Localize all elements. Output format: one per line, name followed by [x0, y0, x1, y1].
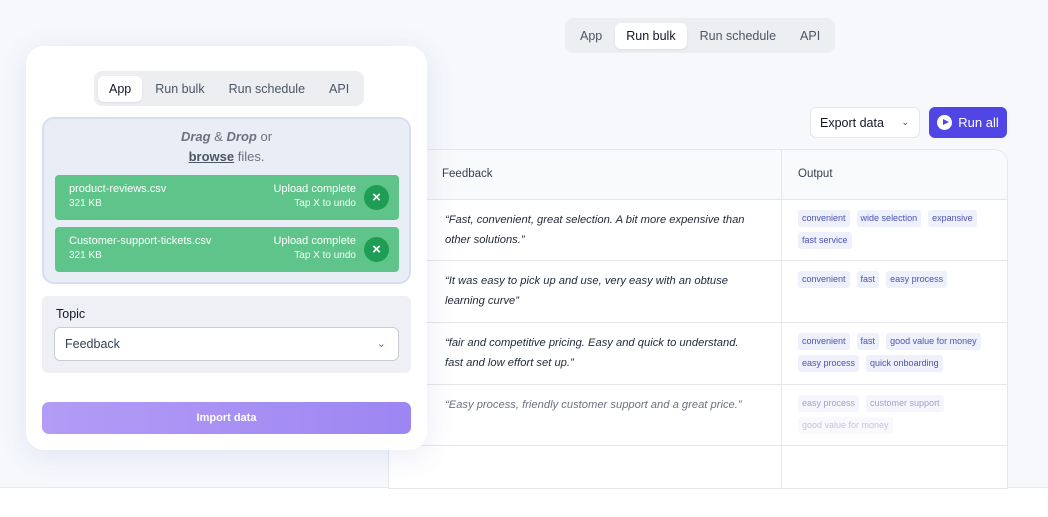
table-row[interactable]: “Fast, convenient, great selection. A bi… [389, 200, 1007, 261]
output-tag: customer support [866, 395, 944, 412]
output-tags: easy process customer support good value… [798, 395, 998, 434]
undo-hint: Tap X to undo [294, 250, 356, 261]
table-row[interactable]: “fair and competitive pricing. Easy and … [389, 323, 1007, 385]
file-name: Customer-support-tickets.csv [69, 235, 212, 247]
feedback-line: learning curve” [445, 295, 519, 307]
output-tags: convenient fast good value for money eas… [798, 333, 998, 372]
output-tag: fast service [798, 232, 852, 249]
topic-label: Topic [56, 307, 86, 321]
run-all-label: Run all [958, 115, 999, 130]
output-tag: convenient [798, 210, 850, 227]
output-tags: convenient fast easy process [798, 271, 998, 288]
output-tag: quick onboarding [866, 355, 943, 372]
upload-status: Upload complete [273, 183, 356, 195]
drag-text: Drag [180, 129, 211, 144]
output-tag: easy process [798, 355, 860, 372]
import-data-button[interactable]: Import data [42, 402, 411, 434]
run-all-button[interactable]: Run all [929, 107, 1007, 138]
top-tab-run-schedule[interactable]: Run schedule [689, 23, 787, 49]
output-tag: fast [856, 271, 880, 288]
feedback-line: “fair and competitive pricing. Easy and … [445, 337, 739, 349]
table-row[interactable]: “It was easy to pick up and use, very ea… [389, 261, 1007, 323]
feedback-cell: “Easy process, friendly customer support… [445, 395, 765, 415]
chevron-down-icon: ⌄ [376, 338, 386, 350]
topic-field-group: Topic Feedback ⌄ [42, 296, 411, 373]
table-header: Feedback Output [389, 150, 1007, 200]
undo-hint: Tap X to undo [294, 198, 356, 209]
topic-select[interactable]: Feedback ⌄ [54, 327, 399, 361]
feedback-line: “Easy process, friendly customer support… [445, 399, 742, 411]
file-size: 321 KB [69, 250, 102, 261]
output-tags: convenient wide selection expansive fast… [798, 210, 998, 249]
file-dropzone[interactable]: Drag & Drop or browse files. product-rev… [42, 117, 411, 284]
bottom-band [0, 488, 1048, 517]
or-text: or [260, 129, 273, 144]
upload-status: Upload complete [273, 235, 356, 247]
file-name: product-reviews.csv [69, 183, 167, 195]
dropzone-browse-line: browse files. [44, 149, 409, 164]
chevron-down-icon: ⌄ [901, 117, 909, 127]
uploaded-file: product-reviews.csv 321 KB Upload comple… [55, 175, 399, 220]
top-tabbar: App Run bulk Run schedule API [565, 18, 836, 53]
output-tag: good value for money [798, 417, 893, 434]
export-data-label: Export data [820, 115, 884, 130]
file-size: 321 KB [69, 198, 102, 209]
output-tag: easy process [886, 271, 948, 288]
amp-text: & [214, 129, 223, 144]
play-icon [937, 115, 953, 130]
output-tag: wide selection [856, 210, 922, 227]
files-text: files. [237, 149, 265, 164]
header-feedback: Feedback [442, 168, 493, 180]
browse-link[interactable]: browse [189, 149, 235, 164]
output-tag: convenient [798, 271, 850, 288]
card-tabbar: App Run bulk Run schedule API [94, 71, 365, 106]
top-tab-run-bulk[interactable]: Run bulk [615, 22, 687, 49]
topic-value: Feedback [65, 337, 120, 351]
table-row[interactable]: “Easy process, friendly customer support… [389, 385, 1007, 446]
feedback-cell: “It was easy to pick up and use, very ea… [445, 271, 765, 311]
card-tab-run-bulk[interactable]: Run bulk [144, 76, 215, 102]
top-tab-app[interactable]: App [569, 23, 613, 49]
feedback-line: other solutions.” [445, 234, 525, 246]
header-output: Output [798, 168, 833, 180]
results-table: Feedback Output “Fast, convenient, great… [388, 149, 1008, 489]
uploaded-file: Customer-support-tickets.csv 321 KB Uplo… [55, 227, 399, 272]
remove-file-close-icon[interactable]: × [364, 185, 389, 210]
card-tab-app[interactable]: App [98, 75, 143, 102]
output-tag: expansive [928, 210, 977, 227]
output-tag: easy process [798, 395, 860, 412]
output-tag: fast [856, 333, 880, 350]
card-tab-run-schedule[interactable]: Run schedule [218, 76, 316, 102]
card-tab-api[interactable]: API [318, 76, 360, 102]
feedback-line: “Fast, convenient, great selection. A bi… [445, 214, 745, 226]
output-tag: good value for money [886, 333, 981, 350]
output-tag: convenient [798, 333, 850, 350]
feedback-line: fast and low effort set up.” [445, 357, 574, 369]
top-tab-api[interactable]: API [789, 23, 831, 49]
dropzone-instructions: Drag & Drop or [44, 129, 409, 144]
export-data-select[interactable]: Export data ⌄ [810, 107, 920, 138]
remove-file-close-icon[interactable]: × [364, 237, 389, 262]
feedback-cell: “fair and competitive pricing. Easy and … [445, 333, 765, 373]
feedback-cell: “Fast, convenient, great selection. A bi… [445, 210, 765, 250]
feedback-line: “It was easy to pick up and use, very ea… [445, 275, 728, 287]
drop-text: Drop [226, 129, 257, 144]
